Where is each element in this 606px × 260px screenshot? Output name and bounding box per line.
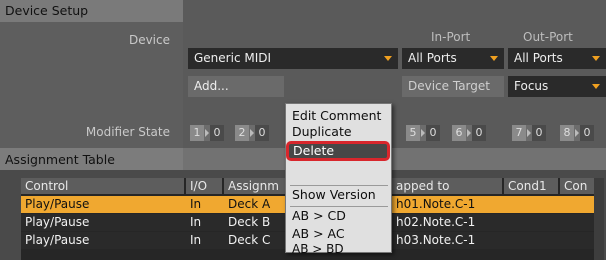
chevron-down-icon <box>490 56 498 61</box>
modifier-state-label: Modifier State <box>85 125 170 139</box>
modifier-6[interactable]: 60 <box>452 125 486 141</box>
cell-assignment: Deck B <box>228 215 271 229</box>
chevron-down-icon <box>592 56 600 61</box>
arrow-right-icon <box>574 125 580 141</box>
cell-control: Play/Pause <box>25 215 90 229</box>
in-port-dropdown[interactable]: All Ports <box>402 48 504 69</box>
device-dropdown[interactable]: Generic MIDI <box>188 48 398 69</box>
col-assignment[interactable]: Assignm <box>224 178 285 194</box>
menu-item-ab-cd[interactable]: AB > CD <box>292 208 346 223</box>
arrow-right-icon <box>249 125 255 141</box>
add-button[interactable]: Add... <box>188 76 284 97</box>
in-port-value: All Ports <box>408 51 457 65</box>
cell-control: Play/Pause <box>25 197 90 211</box>
col-cond1[interactable]: Cond1 <box>504 178 558 194</box>
device-setup-header: Device Setup <box>0 0 183 22</box>
menu-item-show-version[interactable]: Show Version <box>292 187 376 202</box>
modifier-7[interactable]: 70 <box>512 125 546 141</box>
chevron-down-icon <box>592 84 600 89</box>
arrow-right-icon <box>526 125 532 141</box>
out-port-label: Out-Port <box>523 30 573 44</box>
arrow-right-icon <box>420 125 426 141</box>
modifier-1[interactable]: 10 <box>190 125 224 141</box>
cell-assignment: Deck A <box>228 197 271 211</box>
col-control[interactable]: Control <box>21 178 184 194</box>
menu-item-edit-comment[interactable]: Edit Comment <box>292 108 381 123</box>
modifier-2[interactable]: 20 <box>235 125 269 141</box>
cell-assignment: Deck C <box>228 233 271 247</box>
modifier-8[interactable]: 80 <box>560 125 594 141</box>
out-port-value: All Ports <box>514 51 563 65</box>
cell-mapped: h02.Note.C-1 <box>396 215 476 229</box>
menu-item-ab-bd[interactable]: AB > BD <box>292 242 344 256</box>
arrow-right-icon <box>204 125 210 141</box>
arrow-right-icon <box>466 125 472 141</box>
device-dropdown-value: Generic MIDI <box>194 51 272 65</box>
context-menu: Edit Comment Duplicate Export Show Versi… <box>285 103 392 256</box>
cell-io: In <box>190 215 202 229</box>
device-label: Device <box>128 33 170 47</box>
assignment-table-header: Assignment Table <box>0 148 183 170</box>
cell-mapped: h03.Note.C-1 <box>396 233 476 247</box>
in-port-label: In-Port <box>431 30 471 44</box>
out-port-dropdown[interactable]: All Ports <box>508 48 606 69</box>
chevron-down-icon <box>384 56 392 61</box>
menu-item-duplicate[interactable]: Duplicate <box>292 124 352 139</box>
cell-io: In <box>190 197 202 211</box>
cell-mapped: h01.Note.C-1 <box>396 197 476 211</box>
modifier-5[interactable]: 50 <box>406 125 440 141</box>
device-target-label: Device Target <box>402 76 504 97</box>
cell-control: Play/Pause <box>25 233 90 247</box>
device-target-value: Focus <box>514 79 549 93</box>
menu-separator <box>290 206 388 207</box>
delete-highlight-ring <box>286 141 390 161</box>
col-io[interactable]: I/O <box>186 178 222 194</box>
col-mapped-to[interactable]: apped to <box>392 178 502 194</box>
col-cond2[interactable]: Con <box>560 178 594 194</box>
menu-separator <box>290 185 388 186</box>
cell-io: In <box>190 233 202 247</box>
table-scrollbar[interactable] <box>594 178 604 260</box>
device-target-dropdown[interactable]: Focus <box>508 76 606 97</box>
menu-item-ab-ac[interactable]: AB > AC <box>292 226 345 241</box>
